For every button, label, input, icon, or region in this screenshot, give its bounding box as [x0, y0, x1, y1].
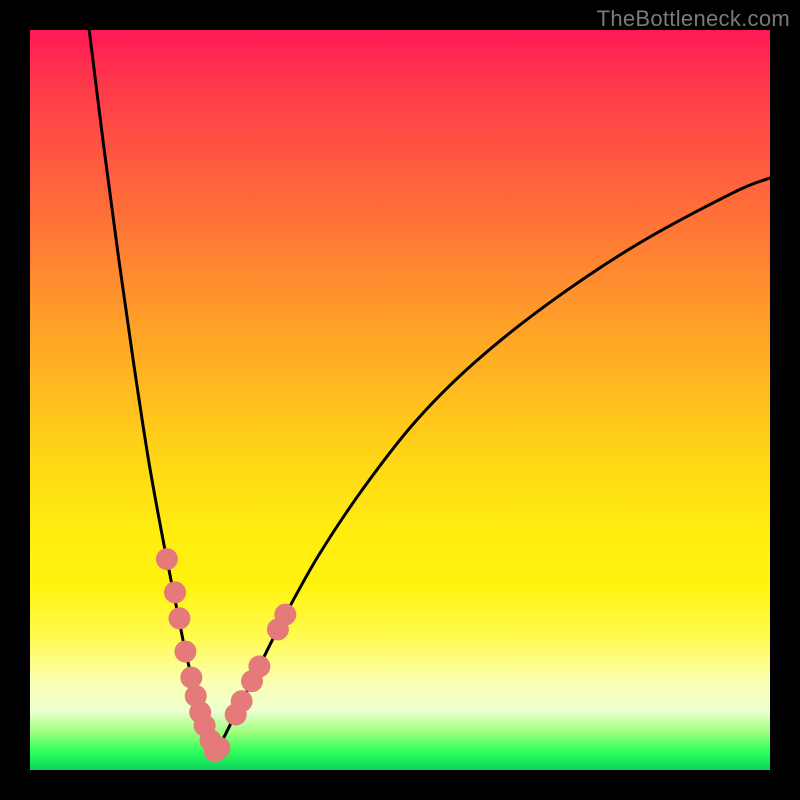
scatter-dot [168, 607, 190, 629]
curve-right-branch [215, 178, 770, 755]
scatter-dot [274, 604, 296, 626]
scatter-dot [174, 641, 196, 663]
scatter-dot [180, 667, 202, 689]
chart-frame: TheBottleneck.com [0, 0, 800, 800]
scatter-dot [208, 737, 230, 759]
curve-layer [30, 30, 770, 770]
scatter-dot [248, 655, 270, 677]
curve-left-branch [89, 30, 215, 755]
plot-area [30, 30, 770, 770]
watermark-text: TheBottleneck.com [597, 6, 790, 32]
scatter-dot [231, 690, 253, 712]
scatter-dot [164, 581, 186, 603]
scatter-dot [156, 548, 178, 570]
